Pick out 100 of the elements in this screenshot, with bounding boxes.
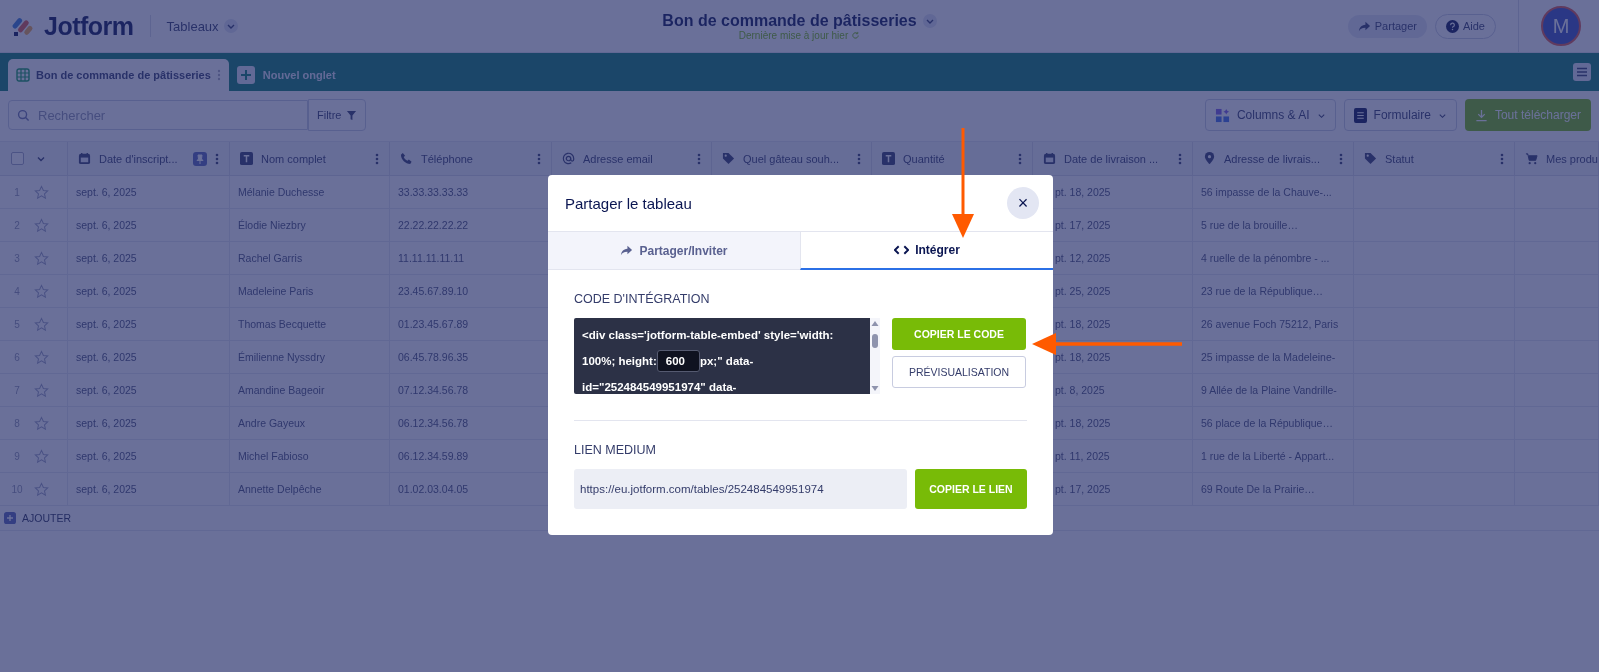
column-header[interactable]: Téléphone (421, 152, 473, 165)
new-tab-button[interactable]: Nouvel onglet (236, 59, 336, 91)
column-header[interactable]: Adresse de livrais... (1224, 152, 1320, 165)
refresh-icon[interactable] (851, 30, 861, 40)
last-updated-text: Dernière mise à jour hier (738, 29, 849, 41)
table-cell: 01.02.03.04.05 (398, 483, 469, 495)
embed-code-box[interactable]: <div class='jotform-table-embed' style='width: 100%; height: 600 px;" data-id="252484549951974" data- (574, 318, 870, 394)
column-header[interactable]: Date de livraison ... (1064, 152, 1159, 165)
more-options-icon[interactable] (1500, 151, 1504, 166)
plus-icon (4, 512, 16, 524)
columns-ai-button[interactable]: Columns & AI (1204, 99, 1336, 131)
download-all-button[interactable]: Tout télécharger (1464, 99, 1591, 131)
table-cell: Rachel Garris (238, 252, 303, 264)
document-title: Bon de commande de pâtisseries (662, 11, 917, 30)
tables-menu[interactable]: Tableaux (166, 18, 238, 34)
download-icon (1474, 108, 1488, 122)
table-cell: 06.12.34.56.78 (398, 417, 469, 429)
table-cell: 33.33.33.33.33 (398, 186, 469, 198)
dialog-tab[interactable]: Partager/Inviter (548, 232, 800, 270)
more-options-icon[interactable] (215, 151, 219, 166)
table-cell: 23.45.67.89.10 (398, 285, 469, 297)
column-header[interactable]: Statut (1385, 152, 1414, 165)
star-icon[interactable] (34, 349, 49, 365)
filter-button[interactable]: Filtre (308, 99, 367, 131)
table-cell: 22.22.22.22.22 (398, 219, 469, 231)
chevron-icon[interactable] (922, 13, 937, 28)
dialog-title: Partager le tableau (565, 194, 692, 212)
preview-button[interactable]: PRÉVISUALISATION (892, 356, 1026, 388)
column-header[interactable]: Quantité (903, 152, 945, 165)
column-header[interactable]: Date d'inscript... (99, 152, 178, 165)
table-cell: Émilienne Nyssdry (238, 351, 325, 363)
table-cell: 06.12.34.59.89 (398, 450, 469, 462)
cart-icon (1525, 152, 1538, 165)
tag-icon (722, 152, 735, 165)
search-icon (17, 108, 30, 122)
text-type-icon (240, 152, 253, 165)
star-icon[interactable] (34, 415, 49, 431)
star-icon[interactable] (34, 283, 49, 299)
star-icon[interactable] (34, 316, 49, 332)
column-header[interactable]: Quel gâteau souh... (743, 152, 839, 165)
widgets-icon (1214, 107, 1230, 123)
column-header[interactable]: Nom complet (261, 152, 326, 165)
grid-icon (16, 68, 30, 82)
form-icon (1353, 107, 1367, 123)
more-options-icon[interactable] (1339, 151, 1343, 166)
link-field[interactable]: https://eu.jotform.com/tables/252484549951974 (574, 469, 907, 509)
calendar-icon (1043, 152, 1056, 165)
table-cell: Michel Fabioso (238, 450, 309, 462)
table-cell: Thomas Becquette (238, 318, 327, 330)
sheet-tab[interactable]: Bon de commande de pâtisseries (8, 59, 229, 91)
star-icon[interactable] (34, 217, 49, 233)
column-header[interactable]: Mes produ (1546, 152, 1598, 165)
close-button[interactable]: × (1007, 187, 1039, 219)
add-row-button[interactable]: AJOUTER (4, 512, 71, 524)
share-arrow-icon (1357, 19, 1371, 33)
dialog-tab[interactable]: Intégrer (800, 232, 1053, 270)
menu-icon[interactable] (1573, 63, 1591, 81)
more-options-icon[interactable] (857, 151, 861, 166)
tag-icon (1364, 152, 1377, 165)
phone-icon (400, 152, 413, 165)
filter-icon (346, 109, 358, 121)
more-options-icon[interactable] (216, 68, 221, 82)
table-cell: Amandine Bageoir (238, 384, 325, 396)
star-icon[interactable] (34, 382, 49, 398)
copy-link-button[interactable]: COPIER LE LIEN (915, 469, 1027, 509)
height-input[interactable]: 600 (656, 350, 700, 372)
at-sign-icon (562, 152, 575, 165)
table-cell: Mélanie Duchesse (238, 186, 325, 198)
user-avatar[interactable]: M (1541, 6, 1581, 46)
star-icon[interactable] (34, 184, 49, 200)
table-cell: Élodie Niezbry (238, 219, 306, 231)
section-heading: LIEN MEDIUM (574, 443, 657, 457)
text-type-icon (882, 152, 895, 165)
star-icon[interactable] (34, 448, 49, 464)
more-options-icon[interactable] (375, 151, 379, 166)
calendar-icon (78, 152, 91, 165)
copy-code-button[interactable]: COPIER LE CODE (892, 318, 1026, 350)
logo-text: Jotform (44, 11, 134, 41)
section-heading: CODE D'INTÉGRATION (574, 292, 711, 306)
help-icon (1445, 19, 1459, 33)
table-cell: 07.12.34.56.78 (398, 384, 469, 396)
more-options-icon[interactable] (1018, 151, 1022, 166)
table-cell: 01.23.45.67.89 (398, 318, 469, 330)
form-button[interactable]: Formulaire (1343, 99, 1457, 131)
table-cell: 06.45.78.96.35 (398, 351, 469, 363)
plus-icon (236, 66, 255, 84)
more-options-icon[interactable] (537, 151, 541, 166)
more-options-icon[interactable] (697, 151, 701, 166)
table-cell: Andre Gayeux (238, 417, 306, 429)
scrollbar[interactable] (870, 318, 880, 394)
star-icon[interactable] (34, 250, 49, 266)
share-button[interactable]: Partager (1347, 14, 1427, 38)
table-cell: 11.11.11.11.11 (398, 252, 465, 264)
location-pin-icon (1203, 152, 1216, 165)
code-icon (894, 244, 910, 256)
star-icon[interactable] (34, 481, 49, 497)
column-header[interactable]: Adresse email (583, 152, 653, 165)
select-all-checkbox[interactable] (11, 152, 24, 165)
pin-icon[interactable] (193, 151, 207, 166)
more-options-icon[interactable] (1178, 151, 1182, 166)
